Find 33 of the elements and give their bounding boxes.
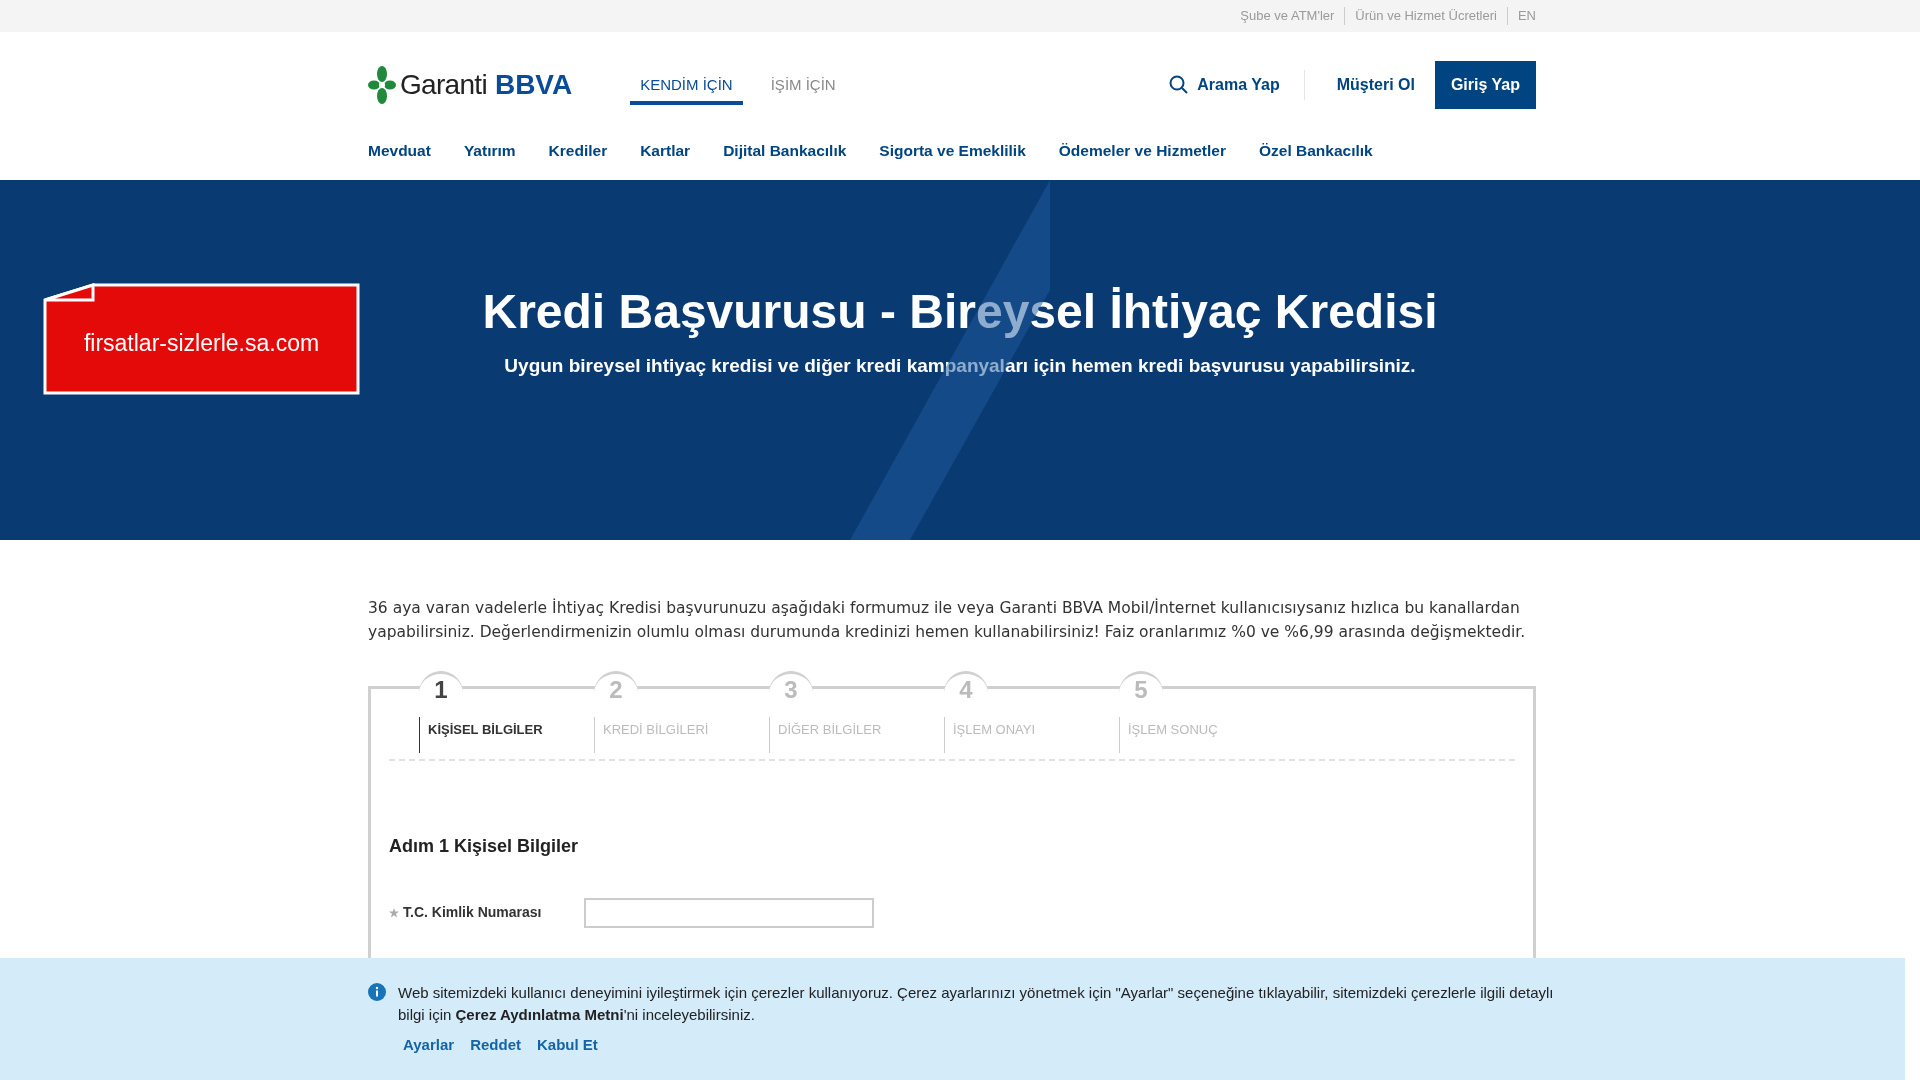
step-label: KİŞİSEL BİLGİLER xyxy=(428,722,543,737)
page-subtitle: Uygun bireysel ihtiyaç kredisi ve diğer kredi kampanyaları için hemen kredi başvurusu yapabilirsiniz. xyxy=(504,354,1416,378)
text-input-field[interactable] xyxy=(584,898,874,928)
nav-link[interactable]: Sigorta ve Emeklilik xyxy=(879,139,1026,163)
segment-tab[interactable]: İŞİM İÇİN xyxy=(760,59,846,105)
cookie-action-link[interactable]: Kabul Et xyxy=(537,1034,598,1057)
field-label: T.C. Kimlik Numarası xyxy=(403,903,542,922)
nav-link[interactable]: Özel Bankacılık xyxy=(1258,139,1373,163)
step-label: İŞLEM ONAYI xyxy=(953,722,1036,737)
step-label: İŞLEM SONUÇ xyxy=(1128,722,1218,737)
signup-link[interactable]: Müşteri Ol xyxy=(1336,73,1415,97)
intro-paragraph: 36 aya varan vadelerle İhtiyaç Kredisi başvurunuzu aşağıdaki formumuz ile veya Garanti BBVA Mobil/İnternet kullanıcısıysanız hızlıca bu kanallardan yapabilirsiniz. Değerlendirmenizin olumlu olması durumunda kredinizi hemen kullanabilirsiniz! Faiz oranlarımız %0 ve %6,99 arasında değişmektedir. xyxy=(368,597,1527,643)
step-label: DİĞER BİLGİLER xyxy=(778,722,882,737)
nav-link[interactable]: Dijital Bankacılık xyxy=(723,139,847,163)
form-heading: Adım 1 Kişisel Bilgiler xyxy=(389,835,580,858)
nav-link[interactable]: Ödemeler ve Hizmetler xyxy=(1058,139,1226,163)
clover-logo-icon xyxy=(368,66,396,104)
login-button[interactable]: Giriş Yap xyxy=(1434,61,1536,109)
cookie-action-link[interactable]: Ayarlar xyxy=(403,1034,455,1057)
search-button[interactable]: Arama Yap xyxy=(1169,73,1280,97)
page-title: Kredi Başvurusu - Bireysel İhtiyaç Kredisi xyxy=(482,284,1438,340)
nav-link[interactable]: Mevduat xyxy=(368,139,431,163)
cookie-action-link[interactable]: Reddet xyxy=(470,1034,521,1057)
info-icon xyxy=(368,983,386,1001)
nav-link[interactable]: Krediler xyxy=(548,139,608,163)
garanti-logo[interactable]: Garanti BBVA xyxy=(368,64,573,106)
search-icon xyxy=(1169,75,1190,95)
nav-link[interactable]: Kartlar xyxy=(640,139,691,163)
cookie-notice-text: Web sitemizdeki kullanıcı deneyimini iyileştirmek için çerezler kullanıyoruz. Çerez ayarlarınızı yönetmek için "Ayarlar" seçeneğine tıklayabilir, sitemizdeki çerezlerle ilgili detaylı bilgi için Çerez Aydınlatma Metni'ni inceleyebilirsiniz. xyxy=(398,983,1555,1025)
nav-link[interactable]: Yatırım xyxy=(463,139,516,163)
segment-tab[interactable]: KENDİM İÇİN xyxy=(630,59,743,105)
sticker-text: firsatlar-sizlerle.sa.com xyxy=(83,328,320,358)
step-label: KREDİ BİLGİLERİ xyxy=(603,722,709,737)
